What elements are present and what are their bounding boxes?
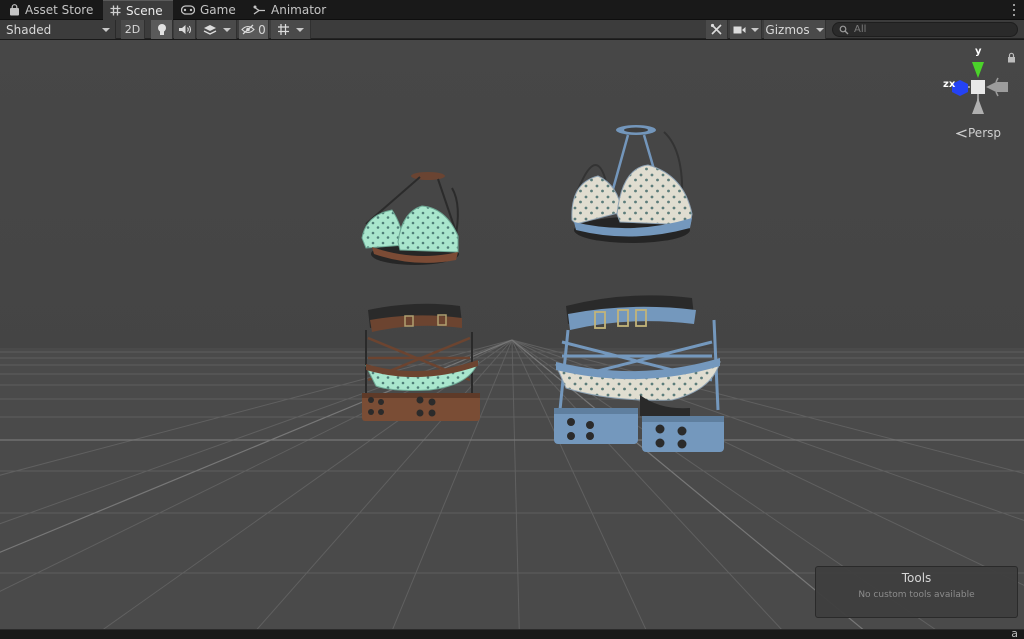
draw-mode-label: Shaded xyxy=(6,22,52,37)
scene-search-field[interactable] xyxy=(832,22,1018,37)
search-input[interactable] xyxy=(854,24,1004,35)
tab-label: Animator xyxy=(271,3,327,17)
tool-settings-button[interactable] xyxy=(706,20,728,39)
tools-overlay-message: No custom tools available xyxy=(858,590,975,600)
kebab-menu-icon[interactable] xyxy=(1008,3,1020,17)
speaker-icon xyxy=(178,25,191,34)
chevron-down-icon xyxy=(296,27,304,32)
tools-overlay-title: Tools xyxy=(901,571,932,585)
tab-label: Scene xyxy=(126,3,163,18)
animator-icon xyxy=(253,5,265,15)
toggle-2d-label: 2D xyxy=(124,23,141,36)
projection-toggle[interactable]: Persp xyxy=(956,126,1001,140)
tools-crossed-icon xyxy=(710,23,722,35)
shopping-bag-icon xyxy=(10,4,19,16)
light-bulb-icon xyxy=(157,24,166,35)
editor-tab-bar: Asset Store Scene Game Animator xyxy=(0,0,1024,20)
scene-render xyxy=(0,40,1024,629)
camera-settings-dropdown[interactable] xyxy=(730,20,762,39)
lock-icon[interactable] xyxy=(1007,52,1016,63)
bottom-status-strip: a xyxy=(0,627,1024,639)
hidden-count: 0 xyxy=(258,22,266,37)
hidden-objects-toggle[interactable]: 0 xyxy=(239,20,269,39)
gizmo-y-label: y xyxy=(975,46,982,57)
tab-asset-store[interactable]: Asset Store xyxy=(2,0,100,20)
projection-label: Persp xyxy=(968,126,1001,140)
search-icon xyxy=(839,25,849,34)
audio-toggle-button[interactable] xyxy=(174,20,196,39)
gizmos-dropdown[interactable]: Gizmos xyxy=(764,20,826,39)
perspective-icon xyxy=(956,128,967,138)
grid-snap-icon xyxy=(278,24,289,35)
draw-mode-dropdown[interactable]: Shaded xyxy=(0,20,116,39)
tab-label: Game xyxy=(200,3,236,17)
grid-snapping-dropdown[interactable] xyxy=(271,20,311,39)
gizmo-center-cube xyxy=(971,80,985,94)
chevron-down-icon xyxy=(222,27,231,32)
chevron-down-icon xyxy=(750,27,759,32)
tab-game[interactable]: Game xyxy=(174,0,243,20)
layers-effects-icon xyxy=(203,24,216,35)
lighting-toggle-button[interactable] xyxy=(151,20,173,39)
grid-hash-icon xyxy=(110,5,121,16)
tab-label: Asset Store xyxy=(25,3,94,17)
tools-overlay-panel[interactable]: Tools No custom tools available xyxy=(815,566,1018,618)
gamepad-icon xyxy=(181,5,195,15)
scene-viewport[interactable]: y zx Persp Tools No custom tools availab… xyxy=(0,40,1024,629)
chevron-down-icon xyxy=(815,27,824,32)
toggle-2d-button[interactable]: 2D xyxy=(121,20,145,39)
tab-scene[interactable]: Scene xyxy=(103,0,173,20)
camera-icon xyxy=(733,26,745,33)
gizmo-zx-label: zx xyxy=(943,79,956,90)
chevron-down-icon xyxy=(102,27,110,32)
eye-slash-icon xyxy=(241,24,255,35)
tab-animator[interactable]: Animator xyxy=(246,0,333,20)
effects-dropdown-button[interactable] xyxy=(197,20,237,39)
bottom-glyph: a xyxy=(1011,627,1018,639)
scene-toolbar: Shaded 2D 0 Gizmos All xyxy=(0,20,1024,39)
gizmos-label: Gizmos xyxy=(765,22,810,37)
